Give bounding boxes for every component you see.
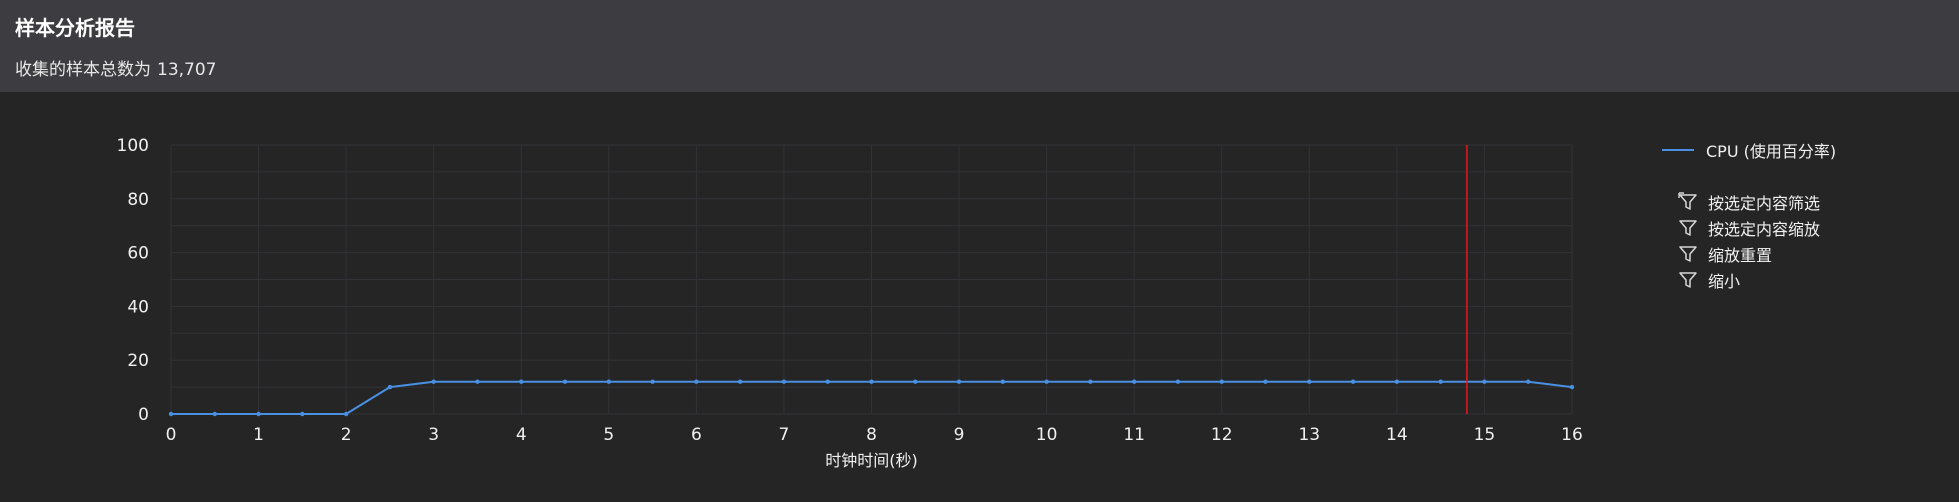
- sample-summary: 收集的样本总数为 13,707: [15, 55, 216, 80]
- legend-swatch: [1662, 149, 1694, 151]
- data-point: [1175, 379, 1181, 384]
- page-title: 样本分析报告: [15, 16, 135, 40]
- data-point: [212, 411, 217, 417]
- x-tick-label: 7: [779, 425, 790, 445]
- x-tick-label: 14: [1386, 425, 1408, 445]
- x-tick-label: 6: [691, 425, 702, 445]
- data-point: [913, 379, 918, 384]
- data-point: [256, 411, 261, 417]
- data-point: [1569, 384, 1575, 390]
- x-tick-label: 3: [428, 425, 439, 445]
- x-tick-label: 11: [1123, 425, 1145, 445]
- y-tick-label: 100: [117, 136, 149, 156]
- x-tick-label: 10: [1036, 425, 1058, 445]
- data-point: [1000, 379, 1006, 384]
- chart-actions: 按选定内容筛选 按选定内容缩放 缩放重置 缩小: [1662, 189, 1942, 293]
- data-point: [1394, 379, 1400, 384]
- reset-zoom-button[interactable]: 缩放重置: [1662, 241, 1942, 267]
- data-point: [1482, 379, 1487, 384]
- reset-zoom-label: 缩放重置: [1708, 246, 1773, 265]
- chart-grid: [170, 144, 1573, 415]
- data-point: [869, 379, 874, 384]
- chart-axes: 0204060801000 1 2 3 4 5 6 7 8 9 10 11 12 13 14 15 16时钟时间…: [117, 136, 1583, 470]
- y-tick-label: 0: [138, 405, 149, 425]
- data-point: [1088, 379, 1093, 384]
- y-tick-label: 40: [127, 297, 149, 317]
- data-point: [650, 379, 655, 384]
- report-header: 样本分析报告 收集的样本总数为 13,707: [0, 0, 1959, 92]
- sample-summary-label: 收集的样本总数为: [15, 60, 151, 80]
- data-point: [1219, 379, 1224, 384]
- y-tick-label: 20: [127, 351, 149, 371]
- data-point: [387, 384, 393, 390]
- data-point: [519, 379, 524, 384]
- x-tick-label: 2: [341, 425, 352, 445]
- x-axis-label: 时钟时间(秒): [825, 451, 918, 470]
- x-tick-label: 0: [166, 425, 177, 445]
- filter-select-icon: [1678, 192, 1698, 212]
- legend-series-label: CPU (使用百分率): [1706, 142, 1837, 161]
- data-point: [956, 379, 962, 384]
- filter-by-selection-label: 按选定内容筛选: [1708, 194, 1821, 213]
- data-point: [343, 411, 349, 417]
- data-point: [1044, 379, 1049, 384]
- zoom-out-label: 缩小: [1708, 272, 1741, 291]
- x-tick-label: 13: [1298, 425, 1320, 445]
- data-point: [168, 411, 174, 417]
- x-tick-label: 1: [253, 425, 264, 445]
- x-tick-label: 16: [1561, 425, 1583, 445]
- data-point: [1350, 379, 1356, 384]
- filter-zoom-icon: [1678, 218, 1698, 238]
- data-point: [431, 379, 436, 384]
- data-point: [1438, 379, 1443, 384]
- y-tick-label: 80: [127, 190, 149, 210]
- x-tick-label: 15: [1474, 425, 1496, 445]
- filter-reset-icon: [1678, 244, 1698, 264]
- x-tick-label: 9: [954, 425, 965, 445]
- x-tick-label: 5: [603, 425, 614, 445]
- data-point: [475, 379, 480, 384]
- data-point: [737, 379, 743, 384]
- data-point: [606, 379, 612, 384]
- legend-item-cpu[interactable]: CPU (使用百分率): [1662, 139, 1942, 161]
- x-tick-label: 8: [866, 425, 877, 445]
- data-point: [300, 411, 305, 417]
- data-point: [1307, 379, 1312, 384]
- zoom-to-selection-label: 按选定内容缩放: [1708, 220, 1821, 239]
- data-point: [1526, 379, 1531, 384]
- data-point: [1263, 379, 1268, 384]
- chart-legend: CPU (使用百分率) 按选定内容筛选 按选定内容缩放 缩放重置 缩小: [1662, 139, 1942, 293]
- zoom-out-button[interactable]: 缩小: [1662, 267, 1942, 293]
- data-point: [562, 379, 568, 384]
- data-point: [825, 379, 830, 384]
- data-point: [694, 379, 699, 384]
- zoom-to-selection-button[interactable]: 按选定内容缩放: [1662, 215, 1942, 241]
- data-point: [781, 379, 787, 384]
- sample-count: 13,707: [157, 60, 217, 80]
- x-tick-label: 4: [516, 425, 527, 445]
- x-tick-label: 12: [1211, 425, 1233, 445]
- filter-by-selection-button[interactable]: 按选定内容筛选: [1662, 189, 1942, 215]
- y-tick-label: 60: [127, 244, 149, 264]
- filter-zoom-out-icon: [1678, 270, 1698, 290]
- data-point: [1131, 379, 1137, 384]
